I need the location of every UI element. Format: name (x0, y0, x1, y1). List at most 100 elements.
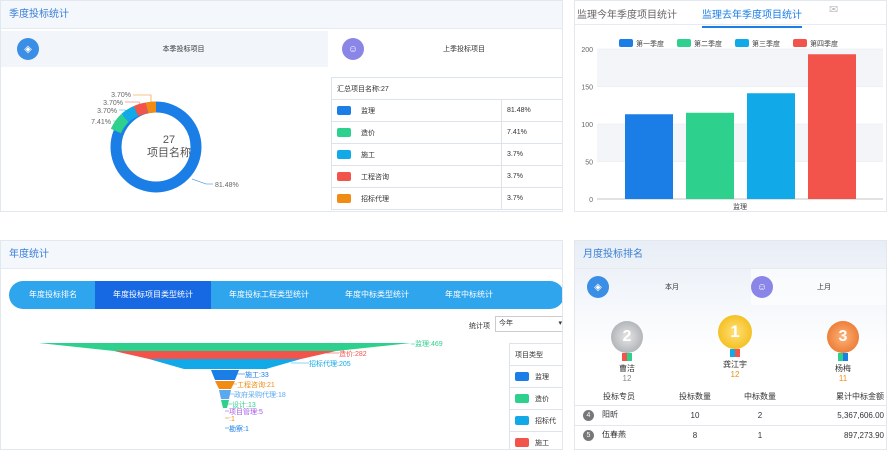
donut-segment-agency (145, 101, 157, 114)
nav-annual-ranking[interactable]: 年度投标排名 (9, 281, 95, 309)
funnel-layer (211, 370, 239, 380)
legend-label: 第二季度 (694, 39, 722, 48)
supervision-quarter-chart-panel: 监理今年季度项目统计 监理去年季度项目统计 ✉ 200 150 100 50 0 第一季度… (574, 0, 887, 212)
donut-segment-consulting (133, 102, 148, 117)
month-tabs: ◈ 本月 ☺ 上月 (575, 269, 886, 305)
funnel-layer (149, 359, 301, 369)
legend-label: 第一季度 (636, 39, 664, 48)
funnel-label: 监理:469 (415, 339, 443, 348)
rank-name: 龚江宇 (723, 360, 747, 369)
funnel-layer (221, 400, 229, 408)
tab-this-year[interactable]: 监理今年季度项目统计 (577, 6, 677, 21)
x-tick-label: 监理 (733, 202, 747, 211)
tab-label: 本月 (665, 284, 679, 291)
gold-medal-icon: 1 (718, 315, 752, 349)
table-row: 5 伍春燕 8 1 897,273.90 (575, 425, 886, 445)
y-tick-label: 150 (581, 85, 593, 92)
funnel-layer (114, 351, 336, 359)
donut-label: 81.48% (215, 182, 239, 189)
y-tick-label: 0 (589, 197, 593, 204)
summary-header: 汇总项目名称:27 (331, 77, 562, 100)
column-header: 中标数量 (744, 392, 776, 402)
annual-stats-panel: 年度统计 年度投标排名 年度投标项目类型统计 年度投标工程类型统计 年度中标类型… (0, 240, 563, 450)
funnel-label: 项目管理:5 (229, 407, 263, 416)
rank-3-card: 3 杨梅 11 (821, 321, 865, 383)
tab-this-month[interactable]: ◈ 本月 (575, 269, 751, 305)
table-row: 4 阳昕 10 2 5,367,606.00 (575, 405, 886, 425)
annual-nav: 年度投标排名 年度投标项目类型统计 年度投标工程类型统计 年度中标类型统计 年度… (9, 281, 562, 309)
nav-win-stats[interactable]: 年度中标统计 (427, 281, 511, 309)
funnel-label: 造价:282 (339, 349, 367, 358)
list-item: 造价 (509, 387, 562, 410)
tab-label: 上季投标项目 (443, 46, 485, 53)
user-icon: ☺ (342, 38, 364, 60)
tab-last-quarter[interactable]: ☺ 上季投标项目 (328, 31, 562, 67)
list-item: 监理 (509, 365, 562, 388)
rank-name: 曹洁 (619, 364, 635, 373)
funnel-label: 工程咨询:21 (237, 380, 275, 389)
funnel-layer (215, 381, 235, 389)
nav-win-type[interactable]: 年度中标类型统计 (327, 281, 427, 309)
bar (747, 93, 795, 199)
rank-badge: 4 (583, 410, 594, 421)
y-tick-label: 100 (581, 122, 593, 129)
panel-title: 月度投标排名 (575, 241, 886, 269)
funnel-label: 政府采购代理:18 (234, 390, 286, 399)
y-tick-label: 50 (585, 160, 593, 167)
ranking-table: 投标专员 投标数量 中标数量 累计中标金额 4 阳昕 10 2 5,367,606… (575, 389, 886, 445)
nav-engineering-type[interactable]: 年度投标工程类型统计 (211, 281, 327, 309)
layers-icon: ◈ (587, 276, 609, 298)
funnel-label: 勘察:1 (229, 424, 249, 433)
tab-label: 上月 (817, 284, 831, 291)
donut-label: 3.70% (97, 108, 117, 115)
legend-header: 项目类型 (509, 343, 562, 366)
rank-score: 12 (622, 374, 632, 383)
donut-chart: 27 项目名称 3.70% 3.70% 3.70% 7.41% 81.48% (91, 92, 239, 193)
tab-current-quarter[interactable]: ◈ 本季投标项目 (1, 31, 328, 67)
silver-medal-icon: 2 (611, 321, 643, 353)
bronze-medal-icon: 3 (827, 321, 859, 353)
bar (808, 54, 856, 199)
legend-label: 第四季度 (810, 39, 838, 48)
donut-label: 3.70% (103, 100, 123, 107)
table-row: 招标代理 3.7% (331, 187, 562, 210)
table-row: 监理 81.48% (331, 99, 562, 122)
donut-label: 7.41% (91, 119, 111, 126)
table-row: 造价 7.41% (331, 121, 562, 144)
funnel-label: 招标代理:205 (309, 359, 351, 368)
legend-label: 第三季度 (752, 39, 780, 48)
bar (686, 112, 734, 199)
chevron-down-icon: ▾ (558, 320, 562, 327)
panel-title: 年度统计 (1, 241, 562, 269)
list-item: 招标代 (509, 409, 562, 432)
table-row: 工程咨询 3.7% (331, 165, 562, 188)
nav-project-type[interactable]: 年度投标项目类型统计 (95, 281, 211, 309)
bar (625, 114, 673, 199)
quarter-bar-chart: 200 150 100 50 0 第一季度 第二季度 第三季度 第四季度监理 (581, 39, 883, 211)
column-header: 累计中标金额 (836, 392, 884, 402)
column-header: 投标专员 (603, 392, 635, 402)
donut-center-value: 27 (163, 134, 175, 146)
rank-name: 杨梅 (835, 364, 851, 373)
funnel-layer (219, 390, 231, 399)
donut-label: 3.70% (111, 92, 131, 99)
tab-last-month[interactable]: ☺ 上月 (751, 269, 886, 305)
y-tick-label: 200 (581, 47, 593, 54)
panel-title: 季度投标统计 (1, 1, 562, 29)
funnel-legend-table: 项目类型 监理 造价 招标代 施工 (509, 343, 562, 449)
quarterly-bid-panel: 季度投标统计 ◈ 本季投标项目 ☺ 上季投标项目 27 项目名称 3.70% 3… (0, 0, 563, 212)
funnel-layer (39, 343, 411, 351)
funnel-label: :1 (229, 416, 235, 423)
rank-2-card: 2 曹洁 12 (605, 321, 649, 383)
filter-label: 统计项 (469, 323, 490, 330)
list-item: 施工 (509, 431, 562, 449)
donut-center-label: 项目名称 (147, 145, 191, 159)
mail-icon[interactable]: ✉ (829, 3, 838, 16)
funnel-label: 施工:33 (245, 370, 269, 379)
table-row: 施工 3.7% (331, 143, 562, 166)
legend-swatch (793, 39, 807, 47)
year-select[interactable]: 今年 ▾ (495, 316, 562, 332)
tab-label: 本季投标项目 (162, 46, 205, 53)
funnel-chart: 监理:469 造价:282 招标代理:205 施工:33 工程咨询:21 政府采… (39, 339, 443, 433)
monthly-bid-ranking-panel: 月度投标排名 ◈ 本月 ☺ 上月 2 曹洁 12 1 龚江宇 12 3 杨梅 1… (574, 240, 887, 450)
